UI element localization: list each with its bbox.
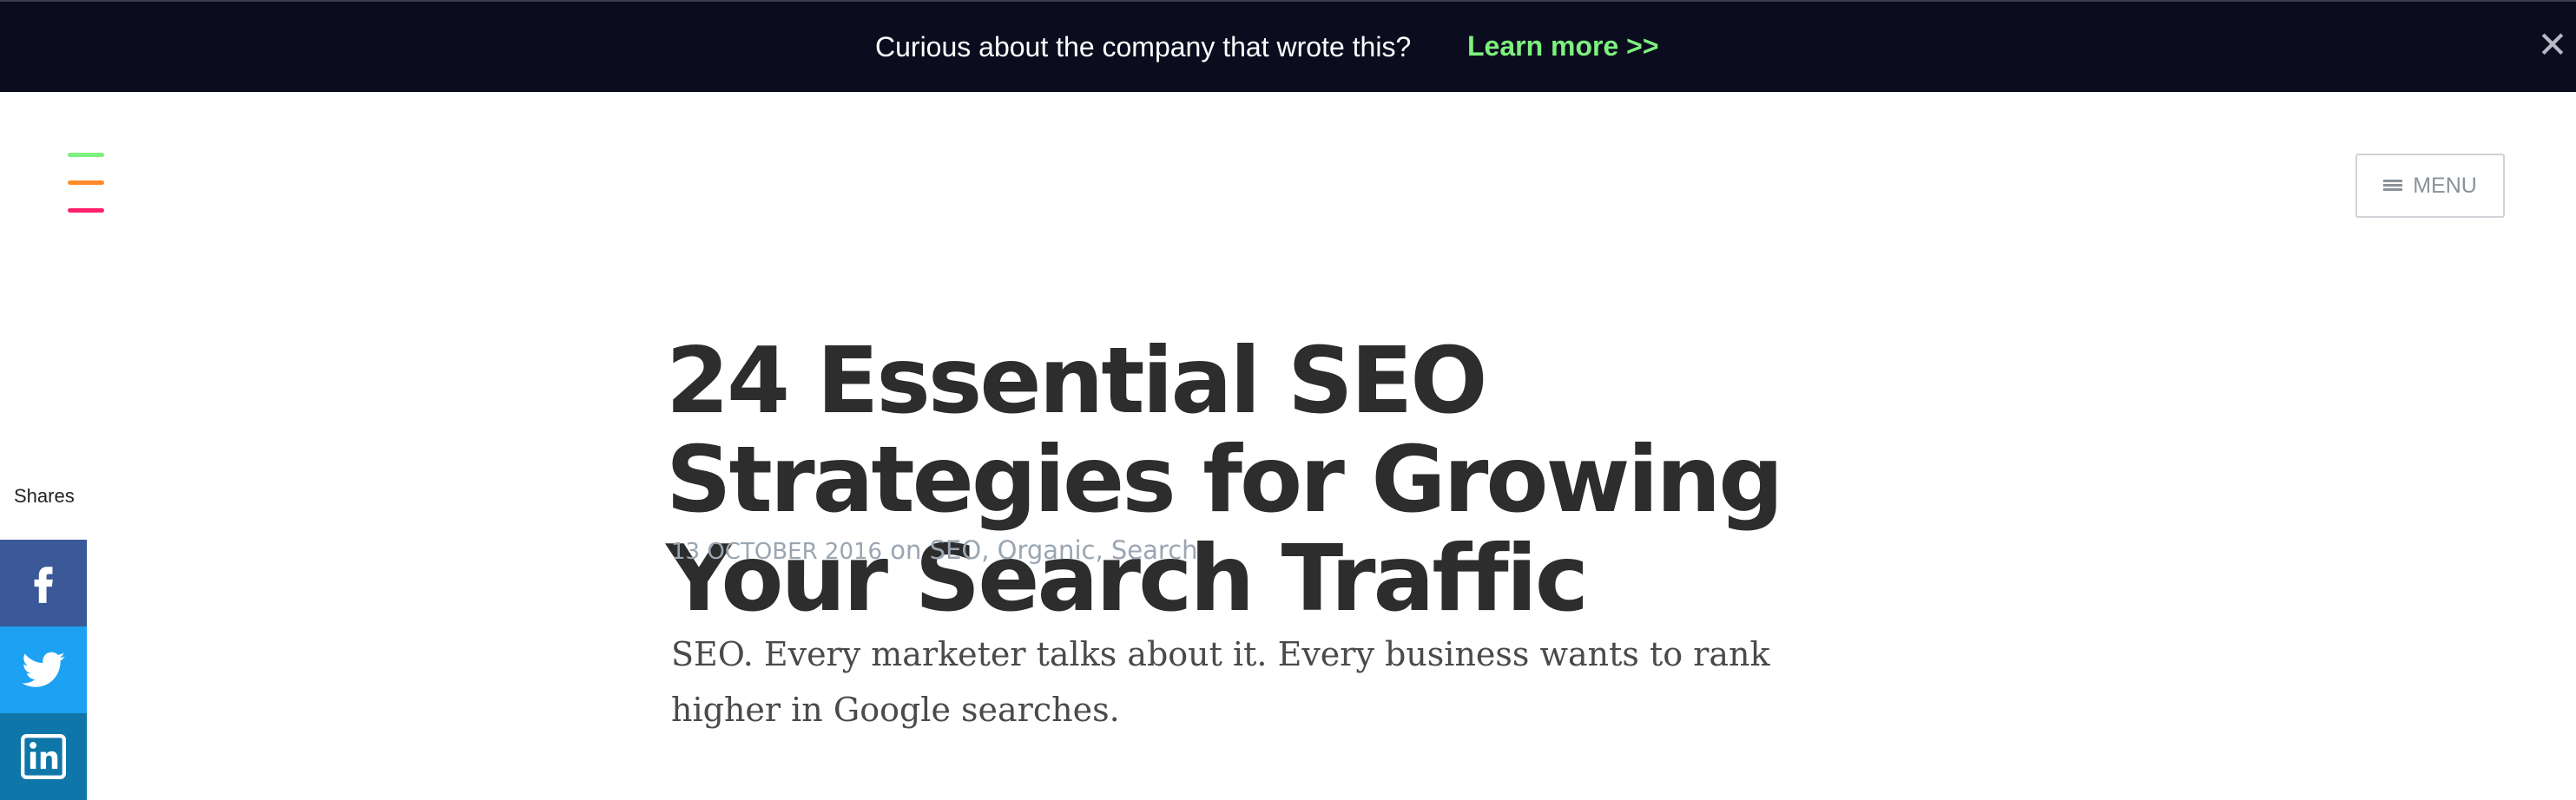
tag-link-search[interactable]: Search: [1111, 535, 1198, 565]
banner-text: Curious about the company that wrote thi…: [875, 31, 1412, 62]
article-intro: SEO. Every marketer talks about it. Ever…: [671, 635, 1770, 729]
facebook-share-button[interactable]: [0, 540, 87, 626]
article-date: 13 OCTOBER 2016: [671, 539, 883, 565]
close-icon[interactable]: ✕: [2535, 27, 2570, 63]
promo-banner: Curious about the company that wrote thi…: [0, 0, 2576, 92]
tag-link-seo[interactable]: SEO: [930, 535, 982, 565]
article-meta: 13 OCTOBER 2016 on SEO, Organic, Search: [671, 535, 1198, 565]
twitter-share-button[interactable]: [0, 626, 87, 713]
learn-more-link[interactable]: Learn more >>: [1467, 30, 1659, 62]
logo-bar-pink: [68, 208, 104, 213]
article-title: 24 Essential SEO Strategies for Growing …: [666, 328, 1783, 632]
tag-link-organic[interactable]: Organic: [998, 535, 1096, 565]
menu-label: MENU: [2413, 173, 2477, 198]
linkedin-icon: [21, 734, 66, 779]
meta-on-text: on: [890, 535, 922, 565]
logo-bar-green: [68, 153, 104, 157]
hamburger-icon: [2383, 180, 2403, 192]
menu-button[interactable]: MENU: [2355, 154, 2505, 218]
logo-bar-orange: [68, 180, 104, 185]
shares-label: Shares: [14, 485, 75, 507]
facebook-icon: [34, 567, 53, 603]
twitter-icon: [22, 652, 65, 687]
site-logo[interactable]: [68, 153, 104, 213]
linkedin-share-button[interactable]: [0, 713, 87, 800]
